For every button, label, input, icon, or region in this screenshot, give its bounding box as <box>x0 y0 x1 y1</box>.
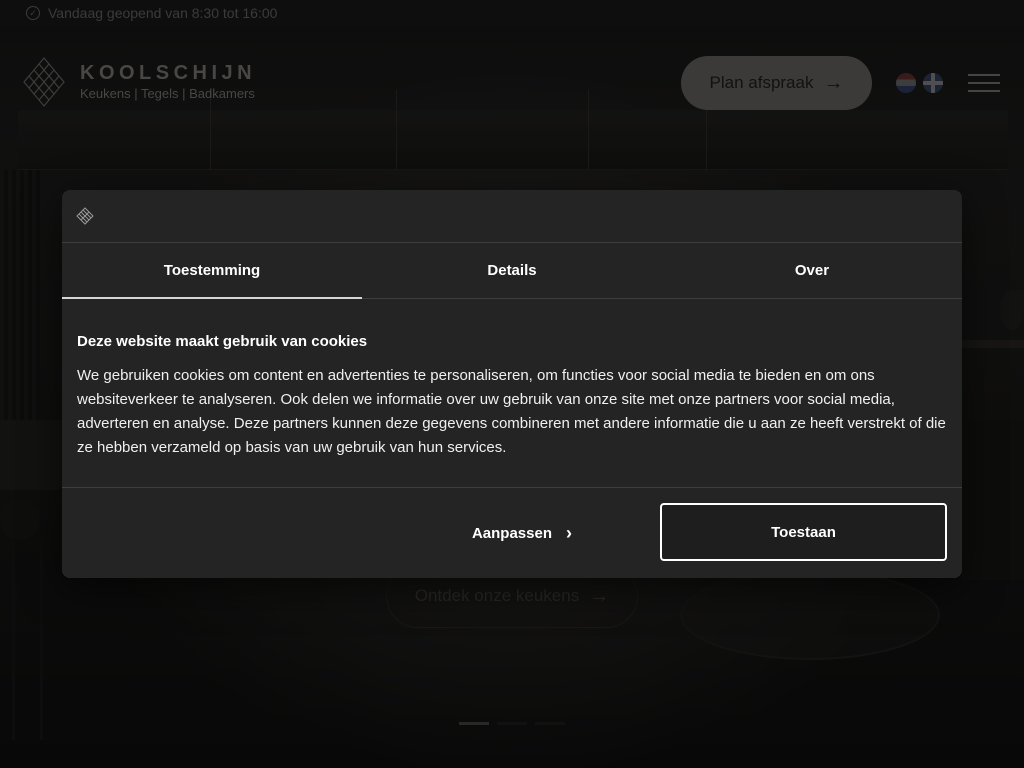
dialog-header <box>62 190 962 243</box>
tab-consent[interactable]: Toestemming <box>62 243 362 299</box>
dialog-description: We gebruiken cookies om content en adver… <box>77 367 946 456</box>
customize-label: Aanpassen <box>471 524 553 542</box>
cookie-consent-dialog: Toestemming Details Over Deze website ma… <box>62 190 962 578</box>
dialog-body: Deze website maakt gebruik van cookies W… <box>62 299 962 488</box>
tab-details[interactable]: Details <box>362 243 662 298</box>
cookiebot-logo-icon <box>76 207 94 225</box>
chevron-right-icon: › <box>566 522 573 543</box>
dialog-tabs: Toestemming Details Over <box>62 243 962 299</box>
allow-label: Toestaan <box>771 523 836 541</box>
dialog-title: Deze website maakt gebruik van cookies <box>77 333 368 350</box>
allow-all-button[interactable]: Toestaan <box>660 503 947 561</box>
tab-about[interactable]: Over <box>662 243 962 298</box>
dialog-actions: Aanpassen › Toestaan <box>62 488 962 577</box>
customize-button[interactable]: Aanpassen › <box>432 504 612 562</box>
